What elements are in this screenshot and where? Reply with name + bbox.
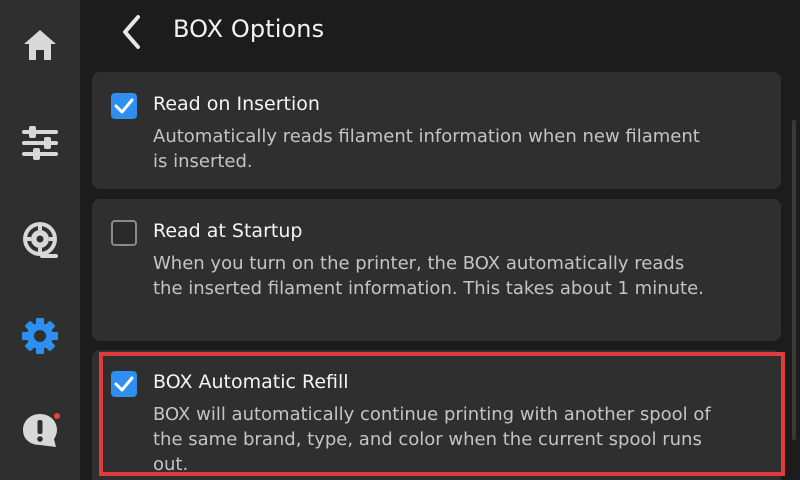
sidebar-item-controls[interactable] (0, 113, 80, 173)
chevron-left-icon (123, 15, 140, 49)
option-title: BOX Automatic Refill (153, 371, 349, 393)
home-icon (24, 30, 56, 60)
checkmark-icon (114, 98, 134, 114)
filament-spool-icon (23, 222, 58, 258)
scrollbar[interactable] (792, 120, 796, 440)
page-title: BOX Options (173, 15, 325, 43)
option-read-at-startup[interactable]: Read at Startup When you turn on the pri… (92, 199, 781, 341)
option-box-automatic-refill[interactable]: BOX Automatic Refill BOX will automatica… (92, 350, 781, 480)
notification-badge (54, 413, 60, 419)
back-button[interactable] (114, 12, 150, 52)
option-title: Read on Insertion (153, 93, 320, 115)
option-read-on-insertion[interactable]: Read on Insertion Automatically reads fi… (92, 72, 781, 189)
checkmark-icon (114, 376, 134, 392)
screen: BOX Options Read on Insertion Automatica… (0, 0, 800, 480)
notification-icon (23, 414, 57, 447)
sidebar-item-notifications[interactable] (0, 401, 80, 461)
sidebar-item-filament[interactable] (0, 210, 80, 270)
read-on-insertion-checkbox[interactable] (111, 93, 137, 119)
gear-icon (22, 318, 58, 354)
sidebar-item-home[interactable] (0, 15, 80, 75)
option-description: Automatically reads filament information… (153, 126, 700, 172)
option-title: Read at Startup (153, 220, 303, 242)
option-description: When you turn on the printer, the BOX au… (153, 253, 704, 299)
option-description: BOX will automatically continue printing… (153, 404, 711, 475)
sliders-icon (22, 126, 58, 160)
read-at-startup-checkbox[interactable] (111, 220, 137, 246)
header: BOX Options (80, 0, 800, 64)
box-automatic-refill-checkbox[interactable] (111, 371, 137, 397)
sidebar (0, 0, 80, 480)
sidebar-item-settings[interactable] (0, 306, 80, 366)
